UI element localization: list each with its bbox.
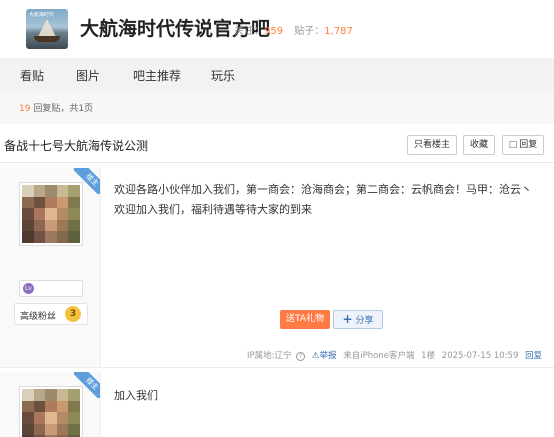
author-column: 楼主 xyxy=(0,372,101,437)
forum-logo[interactable]: 大航海时代 xyxy=(26,9,68,49)
report-label: 举报 xyxy=(319,351,337,361)
plus-icon: + xyxy=(342,312,353,326)
avatar[interactable] xyxy=(19,386,83,437)
ship-hull-icon xyxy=(34,36,60,42)
pager-bar: 19 回复贴，共1页 xyxy=(0,92,554,124)
nav-item-posts[interactable]: 看贴 xyxy=(20,67,44,84)
share-button[interactable]: + 分享 xyxy=(333,310,383,329)
reply-count: 19 xyxy=(19,104,31,114)
fan-level-badge[interactable]: 高级粉丝 3 xyxy=(14,303,88,325)
share-label: 分享 xyxy=(355,316,374,326)
follow-label: 关注： xyxy=(234,26,264,37)
floor-number: 1楼 xyxy=(421,351,436,361)
post-floor-2: 楼主 加入我们 xyxy=(0,372,554,437)
forum-header: 大航海时代 大航海时代传说官方吧 关注：959 贴子：1,787 xyxy=(0,0,554,58)
post-source: 来自iPhone客户端 xyxy=(343,351,415,361)
avatar-image xyxy=(22,185,80,243)
medal-icon: Lv xyxy=(23,283,34,294)
forum-logo-text: 大航海时代 xyxy=(29,12,55,18)
fan-level-label: 高级粉丝 xyxy=(20,312,57,322)
reply-summary-text: 回复贴，共1页 xyxy=(33,104,94,114)
author-column: 楼主 Lv 高级粉丝 3 xyxy=(0,168,101,367)
reply-summary: 19 回复贴，共1页 xyxy=(19,101,93,114)
warning-icon: ⚠ xyxy=(311,351,320,361)
follow-count: 959 xyxy=(264,26,284,37)
post-floor-1: 楼主 Lv 高级粉丝 3 欢迎各路小伙伴加入我们，第一商会：沧海商会；第二商会：… xyxy=(0,168,554,368)
reply-button-label: 回复 xyxy=(519,140,538,150)
ip-location: IP属地:辽宁 xyxy=(247,351,292,361)
reply-link[interactable]: 回复 xyxy=(525,351,542,361)
nav-item-pictures[interactable]: 图片 xyxy=(76,67,100,84)
member-medal[interactable]: Lv xyxy=(19,280,83,297)
send-gift-button[interactable]: 送TA礼物 xyxy=(280,310,330,329)
forum-stats: 关注：959 贴子：1,787 xyxy=(234,22,361,37)
post-content-line: 加入我们 xyxy=(114,389,158,402)
comment-icon: □ xyxy=(508,140,518,150)
post-content: 加入我们 xyxy=(114,386,534,406)
ship-sail-icon xyxy=(38,19,56,37)
nav-item-recommend[interactable]: 吧主推荐 xyxy=(133,67,181,84)
post-time: 2025-07-15 10:59 xyxy=(441,351,519,361)
reply-button[interactable]: □ 回复 xyxy=(502,135,544,155)
only-owner-button[interactable]: 只看楼主 xyxy=(407,135,457,155)
post-content-line: 欢迎加入我们，福利待遇等待大家的到来 xyxy=(114,203,312,216)
nav-item-fun[interactable]: 玩乐 xyxy=(211,67,235,84)
post-content-line: 欢迎各路小伙伴加入我们，第一商会：沧海商会；第二商会：云帆商会！马甲：沧云丶 xyxy=(114,183,532,196)
help-icon[interactable]: ? xyxy=(296,352,306,361)
collect-button[interactable]: 收藏 xyxy=(463,135,495,155)
post-meta: IP属地:辽宁 ? ⚠举报 来自iPhone客户端 1楼 2025-07-15 … xyxy=(247,349,542,361)
thread-title: 备战十七号大航海传说公测 xyxy=(4,139,149,153)
thread-header: 备战十七号大航海传说公测 只看楼主 收藏 □ 回复 xyxy=(0,125,554,163)
posts-count: 1,787 xyxy=(324,26,353,37)
avatar[interactable] xyxy=(19,182,83,246)
report-link[interactable]: ⚠举报 xyxy=(312,351,337,361)
post-content: 欢迎各路小伙伴加入我们，第一商会：沧海商会；第二商会：云帆商会！马甲：沧云丶 欢… xyxy=(114,180,534,220)
posts-label: 贴子： xyxy=(294,26,325,37)
forum-nav: 看贴 图片 吧主推荐 玩乐 xyxy=(0,58,554,92)
avatar-image xyxy=(22,389,80,437)
fan-level-number: 3 xyxy=(65,306,81,322)
